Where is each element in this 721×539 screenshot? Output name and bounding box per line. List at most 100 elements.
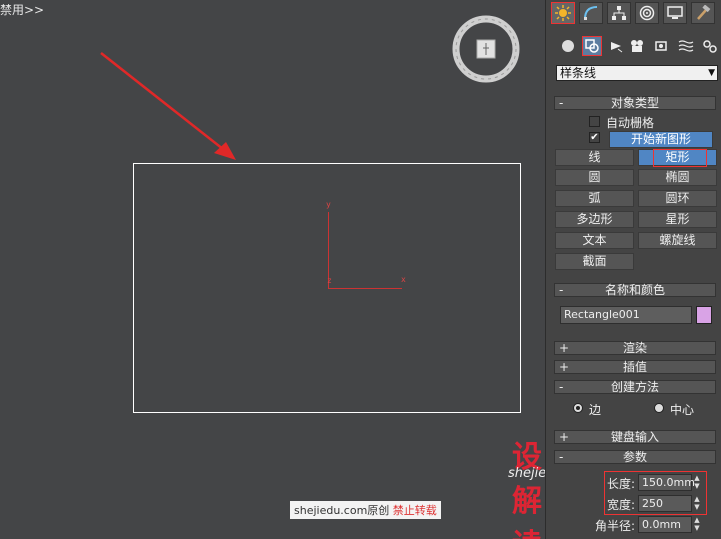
- collapse-icon: -: [559, 450, 564, 464]
- star-button[interactable]: 星形: [638, 211, 717, 228]
- circle-label: 圆: [588, 170, 601, 184]
- helix-label: 螺旋线: [659, 233, 696, 247]
- helpers-subtab[interactable]: [652, 36, 672, 56]
- hierarchy-tab[interactable]: [607, 2, 631, 24]
- corner-radius-value: 0.0mm: [642, 518, 681, 531]
- pointer-arrow-icon: [100, 52, 236, 160]
- collapse-icon: -: [559, 380, 564, 394]
- creation-method-rollout[interactable]: - 创建方法: [554, 380, 716, 394]
- category-dropdown[interactable]: 样条线 ▼: [556, 65, 718, 81]
- width-value: 250: [642, 497, 663, 510]
- keyboard-entry-rollout[interactable]: + 键盘输入: [554, 430, 716, 444]
- display-icon: [667, 6, 683, 19]
- chevron-down-icon: ▼: [708, 68, 715, 78]
- line-label: 线: [588, 150, 601, 164]
- modify-icon: [584, 6, 598, 20]
- center-label: 中心: [670, 403, 695, 417]
- width-input[interactable]: 250: [638, 495, 692, 512]
- circle-button[interactable]: 圆: [555, 169, 634, 186]
- cameras-icon: [631, 40, 643, 52]
- corner-radius-spinner[interactable]: ▲ ▼: [692, 516, 702, 533]
- interpolation-header: 插值: [622, 360, 647, 374]
- cameras-subtab[interactable]: [628, 36, 648, 56]
- length-label: 长度:: [607, 477, 636, 491]
- motion-tab[interactable]: [635, 2, 659, 24]
- width-spinner[interactable]: ▲ ▼: [692, 495, 702, 512]
- spacewarps-icon: [678, 40, 694, 52]
- corner-radius-label: 角半径:: [595, 519, 636, 533]
- collapse-icon: -: [559, 96, 564, 110]
- category-dropdown-value: 样条线: [560, 66, 597, 80]
- geometry-icon: [562, 40, 574, 52]
- start-new-shape-checkbox[interactable]: ✔: [589, 132, 600, 143]
- length-value: 150.0mm: [642, 476, 695, 489]
- watermark-url: shejiedu.com: [508, 466, 545, 481]
- watermark-original: 原创: [367, 504, 390, 517]
- object-name-field[interactable]: Rectangle001: [560, 306, 692, 324]
- auto-grid-checkbox[interactable]: [589, 116, 600, 127]
- auto-grid-label: 自动栅格: [606, 116, 655, 130]
- line-button[interactable]: 线: [555, 149, 634, 166]
- rendering-header: 渲染: [622, 341, 647, 355]
- section-button[interactable]: 截面: [555, 253, 634, 270]
- motion-icon: [639, 5, 655, 21]
- expand-icon: +: [559, 341, 570, 355]
- name-color-rollout[interactable]: - 名称和颜色: [554, 283, 716, 297]
- systems-icon: [703, 40, 717, 53]
- expand-icon: +: [559, 430, 570, 444]
- corner-radius-input[interactable]: 0.0mm: [638, 516, 692, 533]
- systems-subtab[interactable]: [700, 36, 720, 56]
- width-label: 宽度:: [607, 498, 636, 512]
- interpolation-rollout[interactable]: + 插值: [554, 360, 716, 374]
- create-icon: [555, 5, 571, 21]
- collapse-icon: -: [559, 283, 564, 297]
- lights-subtab[interactable]: [606, 36, 626, 56]
- helix-button[interactable]: 螺旋线: [638, 232, 717, 249]
- object-type-rollout[interactable]: - 对象类型: [554, 96, 716, 110]
- section-label: 截面: [582, 254, 607, 268]
- watermark-caption: shejiedu.com原创 禁止转载: [290, 501, 441, 519]
- keyboard-entry-header: 键盘输入: [610, 430, 659, 444]
- ellipse-button[interactable]: 椭圆: [638, 169, 717, 186]
- modify-tab[interactable]: [579, 2, 603, 24]
- lights-icon: [611, 42, 623, 53]
- object-type-header: 对象类型: [610, 96, 659, 110]
- start-new-shape-label: 开始新图形: [630, 132, 691, 146]
- utilities-icon: [697, 5, 711, 20]
- rendering-rollout[interactable]: + 渲染: [554, 341, 716, 355]
- command-panel: 样条线 ▼ - 对象类型 自动栅格 ✔ 开始新图形 线 矩形 圆 椭圆 弧 圆环 多…: [545, 0, 721, 539]
- object-color-swatch[interactable]: [696, 306, 712, 324]
- arc-label: 弧: [588, 191, 601, 205]
- shapes-icon: [585, 39, 599, 53]
- utilities-tab[interactable]: [691, 2, 715, 24]
- perspective-viewport[interactable]: 禁用>> y x z shejiedu.com原创 禁止转载 设解读 sheji…: [0, 0, 545, 539]
- length-spinner[interactable]: ▲ ▼: [692, 474, 702, 491]
- watermark-logo: 设解读: [512, 440, 543, 539]
- watermark-forbid: 禁止转载: [392, 504, 437, 517]
- edge-label: 边: [589, 403, 602, 417]
- star-label: 星形: [665, 212, 690, 226]
- spacewarps-subtab[interactable]: [676, 36, 696, 56]
- donut-label: 圆环: [665, 191, 690, 205]
- create-tab[interactable]: [551, 2, 575, 24]
- ngon-label: 多边形: [576, 212, 613, 226]
- shapes-subtab[interactable]: [582, 36, 602, 56]
- watermark-site: shejiedu.com: [294, 504, 368, 517]
- arc-button[interactable]: 弧: [555, 190, 634, 207]
- parameters-header: 参数: [622, 450, 647, 464]
- ngon-button[interactable]: 多边形: [555, 211, 634, 228]
- hierarchy-icon: [612, 6, 626, 20]
- start-new-shape-button[interactable]: 开始新图形: [609, 131, 713, 148]
- length-input[interactable]: 150.0mm: [638, 474, 695, 491]
- donut-button[interactable]: 圆环: [638, 190, 717, 207]
- creation-method-header: 创建方法: [610, 380, 659, 394]
- geometry-subtab[interactable]: [558, 36, 578, 56]
- helpers-icon: [655, 41, 667, 51]
- highlight-rectangle: [653, 149, 707, 167]
- display-tab[interactable]: [663, 2, 687, 24]
- parameters-rollout[interactable]: - 参数: [554, 450, 716, 464]
- edge-radio[interactable]: [573, 403, 583, 413]
- object-name-value: Rectangle001: [564, 308, 640, 321]
- center-radio[interactable]: [654, 403, 664, 413]
- text-button[interactable]: 文本: [555, 232, 634, 249]
